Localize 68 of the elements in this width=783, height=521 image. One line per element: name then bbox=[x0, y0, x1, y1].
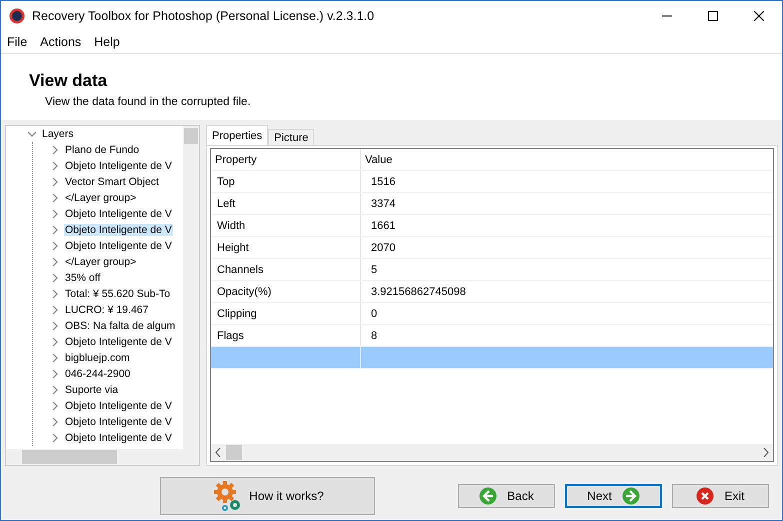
table-cell: Channels bbox=[217, 264, 264, 276]
tab[interactable]: Picture bbox=[268, 129, 314, 145]
table-cell: 0 bbox=[371, 308, 378, 320]
page-subtitle: View the data found in the corrupted file. bbox=[45, 96, 252, 108]
scroll-thumb[interactable] bbox=[226, 445, 242, 460]
table-cell: Width bbox=[217, 220, 246, 232]
table-cell: 5 bbox=[371, 264, 378, 276]
window-title: Recovery Toolbox for Photoshop (Personal License.) v.2.3.1.0 bbox=[32, 9, 376, 23]
tree-item[interactable]: Layers bbox=[41, 128, 75, 140]
vertical-scrollbar[interactable] bbox=[183, 126, 199, 449]
tree-item[interactable]: bigbluejp.com bbox=[64, 352, 131, 364]
next-button[interactable]: Next bbox=[565, 484, 662, 508]
menu-item[interactable]: File bbox=[7, 35, 28, 49]
app-logo-icon bbox=[9, 8, 25, 24]
tree-item[interactable]: Objeto Inteligente de V bbox=[64, 224, 173, 236]
tree-item[interactable]: Vector Smart Object bbox=[64, 176, 160, 188]
maximize-icon[interactable] bbox=[708, 11, 718, 21]
tree-item[interactable]: Suporte via bbox=[64, 384, 120, 396]
tree-item[interactable]: Plano de Fundo bbox=[64, 144, 140, 156]
tree-item[interactable]: 046-244-2900 bbox=[64, 368, 132, 380]
collapse-chevron-icon[interactable] bbox=[28, 130, 36, 138]
tree-item[interactable]: Objeto Inteligente de V bbox=[64, 400, 173, 412]
tree-item[interactable]: 35% off bbox=[64, 272, 102, 284]
menu-item[interactable]: Help bbox=[94, 35, 120, 49]
tree-item[interactable]: Objeto Inteligente de V bbox=[64, 416, 173, 428]
table-cell: 1661 bbox=[371, 220, 396, 232]
help-button[interactable]: How it works? bbox=[160, 477, 375, 515]
table-row[interactable]: Height 2070 bbox=[211, 237, 773, 259]
tree-item[interactable]: Objeto Inteligente de V bbox=[64, 432, 173, 444]
scroll-left-icon[interactable] bbox=[215, 448, 221, 457]
tree-item[interactable]: </Layer group> bbox=[64, 192, 138, 204]
horizontal-scrollbar[interactable] bbox=[211, 444, 773, 461]
table-cell: 3374 bbox=[371, 198, 396, 210]
table-cell: Height bbox=[217, 242, 249, 254]
column-header[interactable]: Value bbox=[361, 149, 773, 170]
table-cell: Clipping bbox=[217, 308, 257, 320]
scroll-right-icon[interactable] bbox=[763, 448, 769, 457]
horizontal-scrollbar[interactable] bbox=[6, 449, 199, 465]
tab[interactable]: Properties bbox=[206, 125, 268, 145]
table-cell: Top bbox=[217, 176, 235, 188]
exit-button[interactable]: Exit bbox=[672, 484, 769, 508]
close-icon[interactable] bbox=[754, 11, 764, 21]
table-cell: 3.92156862745098 bbox=[371, 286, 466, 298]
page-title: View data bbox=[29, 71, 108, 91]
tree-item[interactable]: Objeto Inteligente de V bbox=[64, 240, 173, 252]
tree-item[interactable]: OBS: Na falta de algum bbox=[64, 320, 176, 332]
table-cell: 2070 bbox=[371, 242, 396, 254]
tree-item[interactable]: Total: ¥ 55.620 Sub-To bbox=[64, 288, 172, 300]
table-cell: Left bbox=[217, 198, 236, 210]
column-header[interactable]: Property bbox=[211, 149, 361, 170]
tree-item[interactable]: LUCRO: ¥ 19.467 bbox=[64, 304, 150, 316]
table-cell: 1516 bbox=[371, 176, 396, 188]
table-row[interactable]: Width 1661 bbox=[211, 215, 773, 237]
menu-item[interactable]: Actions bbox=[40, 35, 82, 49]
table-row[interactable]: Top 1516 bbox=[211, 171, 773, 193]
table-row[interactable]: Channels 5 bbox=[211, 259, 773, 281]
table-cell: Flags bbox=[217, 330, 244, 342]
tree-item[interactable]: Objeto Inteligente de V bbox=[64, 208, 173, 220]
table-cell: 8 bbox=[371, 330, 378, 342]
tree-item[interactable]: </Layer group> bbox=[64, 256, 138, 268]
table-cell: Opacity(%) bbox=[217, 286, 272, 298]
tree-item[interactable]: Objeto Inteligente de V bbox=[64, 160, 173, 172]
table-row[interactable]: Clipping 0 bbox=[211, 303, 773, 325]
table-row[interactable]: Left 3374 bbox=[211, 193, 773, 215]
tree-item[interactable]: Objeto Inteligente de V bbox=[64, 336, 173, 348]
close-icon bbox=[696, 487, 714, 505]
table-row[interactable]: Opacity(%) 3.92156862745098 bbox=[211, 281, 773, 303]
back-button[interactable]: Back bbox=[458, 484, 555, 508]
